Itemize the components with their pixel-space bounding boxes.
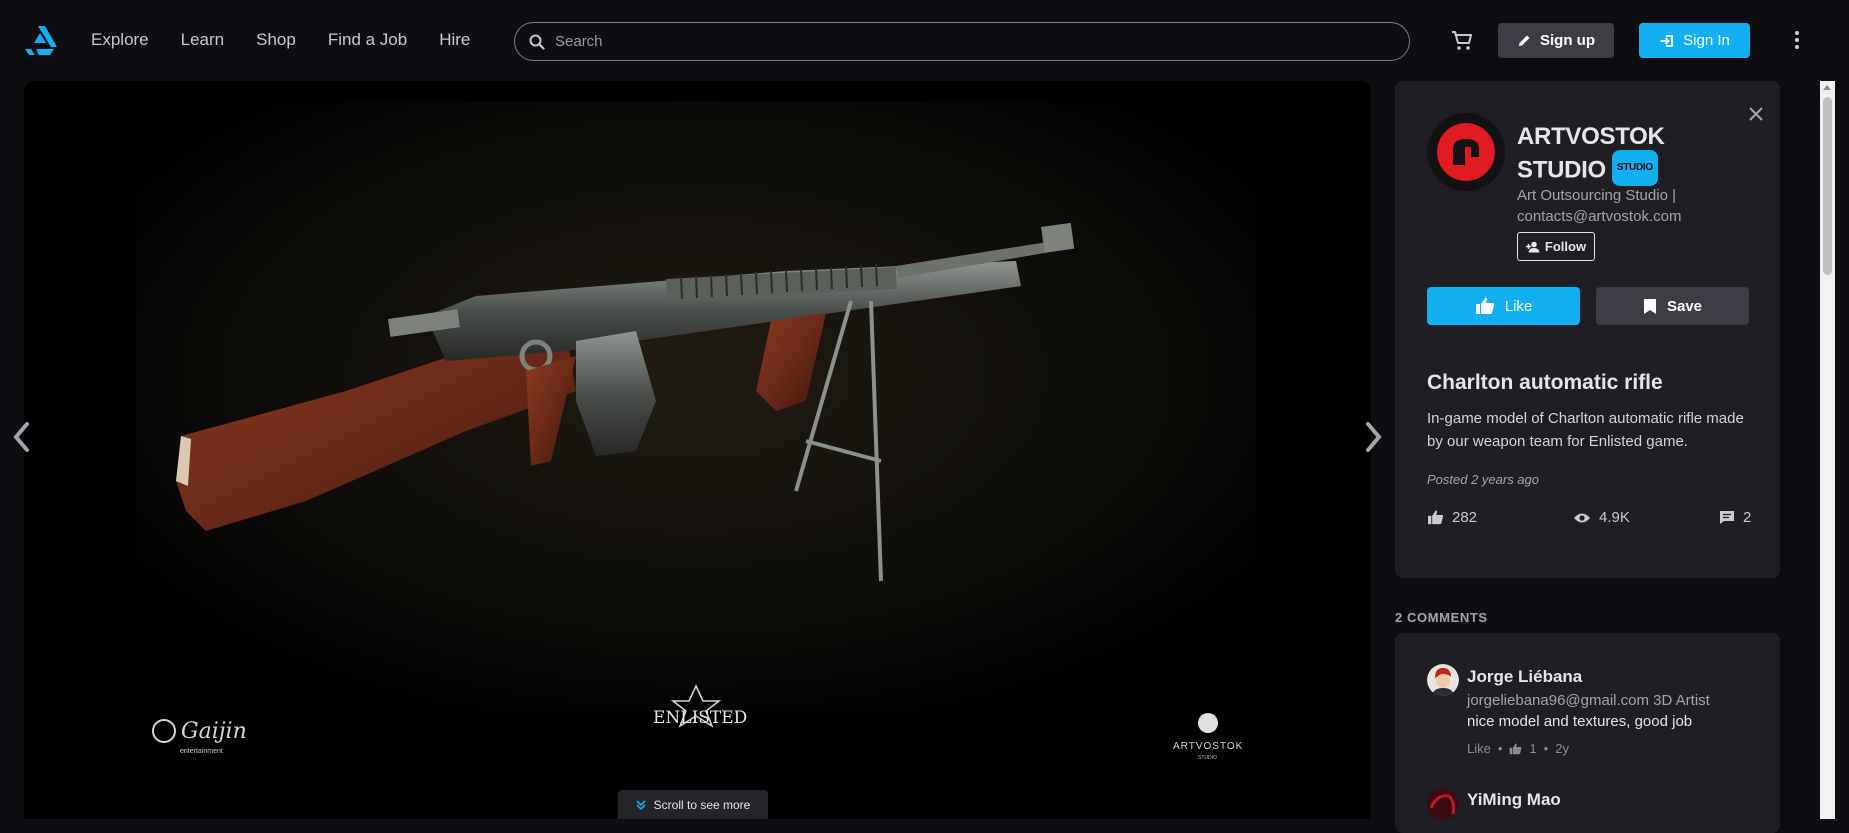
comment-meta: Like • 1 • 2y xyxy=(1467,741,1569,756)
scroll-to-see-more-label: Scroll to see more xyxy=(653,797,751,812)
page-scrollbar[interactable] xyxy=(1820,81,1835,819)
thumbs-up-icon xyxy=(1510,743,1522,754)
next-arrow-icon[interactable] xyxy=(1361,420,1385,454)
more-options-icon[interactable] xyxy=(1790,28,1804,52)
artstation-logo-icon[interactable] xyxy=(24,23,58,57)
nav-hire[interactable]: Hire xyxy=(439,30,470,50)
save-label: Save xyxy=(1666,297,1703,315)
views-count: 4.9K xyxy=(1599,509,1630,526)
likes-count: 282 xyxy=(1452,509,1478,526)
comment-like-count: 1 xyxy=(1529,741,1537,756)
artist-name[interactable]: ARTVOSTOK STUDIO STUDIO xyxy=(1517,121,1737,189)
comments-stat[interactable]: 2 xyxy=(1719,509,1751,526)
nav-find-a-job[interactable]: Find a Job xyxy=(328,30,407,50)
commenter-name[interactable]: Jorge Liébana xyxy=(1467,667,1582,687)
artwork-info-panel: ARTVOSTOK STUDIO STUDIO Art Outsourcing S… xyxy=(1395,81,1780,578)
nav-learn[interactable]: Learn xyxy=(181,30,224,50)
previous-arrow-icon[interactable] xyxy=(10,420,34,454)
search-icon xyxy=(529,34,545,50)
scroll-to-see-more-button[interactable]: Scroll to see more xyxy=(618,790,768,819)
artist-tagline: Art Outsourcing Studio | contacts@artvos… xyxy=(1517,187,1682,225)
comments-heading: 2 COMMENTS xyxy=(1395,610,1488,625)
gaijin-logo-text: Gaijin xyxy=(181,719,247,744)
nav-explore[interactable]: Explore xyxy=(91,30,149,50)
search-bar[interactable] xyxy=(514,22,1410,61)
artwork-viewer: Gaijin entertainment ENLISTED ARTVOSTOK … xyxy=(24,81,1371,819)
cart-icon[interactable] xyxy=(1450,29,1474,53)
artwork-description: In-game model of Charlton automatic rifl… xyxy=(1427,410,1744,450)
artvostok-logo-text: ARTVOSTOK xyxy=(1173,741,1243,752)
artvostok-logo-subtext: STUDIO xyxy=(1198,755,1217,761)
comment-like-button[interactable]: Like xyxy=(1467,741,1491,756)
save-button[interactable]: Save xyxy=(1596,287,1749,325)
artwork-title: Charlton automatic rifle xyxy=(1427,371,1663,394)
close-icon[interactable] xyxy=(1747,105,1765,123)
meta-separator: • xyxy=(1543,741,1549,756)
commenter-headline: jorgeliebana96@gmail.com 3D Artist xyxy=(1467,692,1710,709)
like-button[interactable]: Like xyxy=(1427,287,1580,325)
meta-separator: • xyxy=(1497,741,1503,756)
commenter-avatar[interactable] xyxy=(1427,664,1459,696)
artist-avatar[interactable] xyxy=(1427,113,1505,191)
search-input[interactable] xyxy=(555,33,1355,50)
views-stat: 4.9K xyxy=(1573,509,1630,526)
enlisted-logo-text: ENLISTED xyxy=(653,708,747,728)
comments-list: Jorge Liébana jorgeliebana96@gmail.com 3… xyxy=(1395,633,1780,833)
sign-in-label: Sign In xyxy=(1683,32,1730,49)
sign-up-label: Sign up xyxy=(1540,32,1595,49)
add-user-icon xyxy=(1525,241,1540,252)
studio-badge: STUDIO xyxy=(1611,150,1658,186)
sign-in-button[interactable]: Sign In xyxy=(1639,23,1750,58)
comment-icon xyxy=(1720,511,1734,524)
nav-shop[interactable]: Shop xyxy=(256,30,296,50)
gaijin-logo-subtext: entertainment xyxy=(180,748,223,755)
comments-count: 2 xyxy=(1743,509,1752,526)
thumbs-up-icon xyxy=(1428,510,1444,525)
login-icon xyxy=(1660,34,1674,47)
main-nav: Explore Learn Shop Find a Job Hire xyxy=(91,30,502,50)
follow-label: Follow xyxy=(1544,239,1587,254)
sign-up-button[interactable]: Sign up xyxy=(1498,23,1614,58)
like-label: Like xyxy=(1504,297,1533,315)
top-navigation-bar: Explore Learn Shop Find a Job Hire Sign … xyxy=(0,0,1849,80)
scroll-up-arrow-icon[interactable] xyxy=(1823,85,1831,90)
comment-text: nice model and textures, good job xyxy=(1467,713,1693,730)
double-chevron-down-icon xyxy=(636,799,646,810)
comment-age: 2y xyxy=(1555,741,1569,756)
scrollbar-thumb[interactable] xyxy=(1823,97,1832,275)
thumbs-up-icon xyxy=(1475,297,1494,314)
artwork-stats: 282 4.9K 2 xyxy=(1427,509,1751,531)
commenter-avatar[interactable] xyxy=(1427,788,1459,820)
posted-date: Posted 2 years ago xyxy=(1427,472,1540,487)
follow-button[interactable]: Follow xyxy=(1517,232,1595,261)
eye-icon xyxy=(1574,513,1590,522)
commenter-name[interactable]: YiMing Mao xyxy=(1467,790,1561,810)
pencil-icon xyxy=(1519,35,1530,46)
likes-stat[interactable]: 282 xyxy=(1427,509,1477,526)
bookmark-icon xyxy=(1643,298,1656,314)
artwork-image[interactable]: Gaijin entertainment ENLISTED ARTVOSTOK … xyxy=(136,101,1256,791)
